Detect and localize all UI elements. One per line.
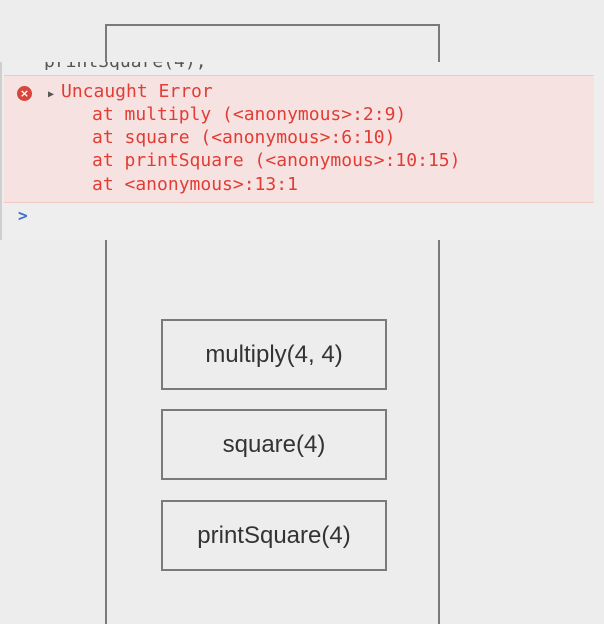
previous-input-line: printSquare(4); bbox=[44, 62, 207, 70]
console-prompt[interactable]: > bbox=[18, 206, 28, 225]
stack-trace-line: at multiply (<anonymous>:2:9) bbox=[92, 104, 407, 125]
error-title[interactable]: Uncaught Error bbox=[61, 81, 213, 102]
stack-trace-line: at square (<anonymous>:6:10) bbox=[92, 127, 396, 148]
stack-trace-line: at printSquare (<anonymous>:10:15) bbox=[92, 150, 461, 171]
error-icon: × bbox=[17, 86, 32, 101]
stack-trace-line: at <anonymous>:13:1 bbox=[92, 174, 298, 195]
devtools-console: printSquare(4); × ▶ Uncaught Error at mu… bbox=[0, 62, 604, 240]
stack-frame-square: square(4) bbox=[161, 409, 387, 480]
previous-input-text: printSquare(4); bbox=[44, 62, 207, 70]
stack-frame-multiply: multiply(4, 4) bbox=[161, 319, 387, 390]
expand-triangle-icon[interactable]: ▶ bbox=[48, 89, 54, 100]
error-message: × ▶ Uncaught Error at multiply (<anonymo… bbox=[4, 75, 594, 203]
stack-frame-printsquare: printSquare(4) bbox=[161, 500, 387, 571]
